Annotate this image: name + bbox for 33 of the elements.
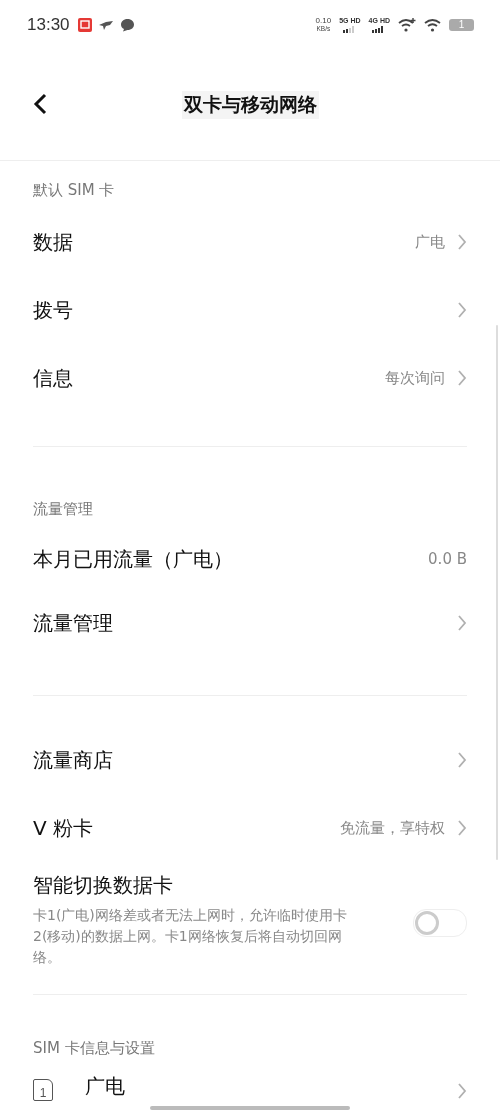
section-label: 默认 SIM 卡 <box>33 181 115 200</box>
page-title: 双卡与移动网络 <box>181 91 319 119</box>
sim-card-item[interactable]: 1 广电 <box>0 1066 500 1104</box>
settings-item[interactable]: 拨号 <box>0 276 500 344</box>
sim-card-icon: 1 <box>33 1079 53 1101</box>
home-indicator[interactable] <box>150 1106 350 1110</box>
chevron-right-icon <box>457 302 467 318</box>
chevron-right-icon <box>457 370 467 386</box>
app-notification-icon <box>77 18 92 32</box>
chevron-right-icon <box>457 820 467 836</box>
settings-item[interactable]: 信息 每次询问 <box>0 344 500 412</box>
item-title: 智能切换数据卡 <box>33 872 174 899</box>
chevron-right-icon <box>457 234 467 250</box>
section-label: SIM 卡信息与设置 <box>33 1039 155 1058</box>
settings-item[interactable]: 流量商店 <box>0 726 500 794</box>
item-value: 0.0 B <box>428 550 467 568</box>
chevron-right-icon <box>457 615 467 631</box>
item-title: 本月已用流量（广电） <box>33 545 233 573</box>
chevron-right-icon <box>457 1083 467 1099</box>
toggle-switch[interactable] <box>413 909 467 937</box>
chevron-right-icon <box>457 752 467 768</box>
item-description: 卡1(广电)网络差或者无法上网时，允许临时使用卡2(移动)的数据上网。卡1网络恢复后将自动切回网络。 <box>33 906 348 967</box>
battery-icon: 1 <box>449 19 474 31</box>
chat-bubble-icon <box>119 18 135 32</box>
wifi-hotspot-icon <box>398 18 416 32</box>
back-icon[interactable] <box>33 93 49 115</box>
wifi-icon <box>424 18 441 32</box>
settings-item[interactable]: 流量管理 <box>0 591 500 655</box>
settings-item[interactable]: 数据 广电 <box>0 208 500 276</box>
settings-item[interactable]: V 粉卡 免流量，享特权 <box>0 794 500 862</box>
status-time: 13:30 <box>27 15 70 35</box>
net-speed: 0.10 <box>315 17 332 25</box>
section-label: 流量管理 <box>33 500 93 519</box>
